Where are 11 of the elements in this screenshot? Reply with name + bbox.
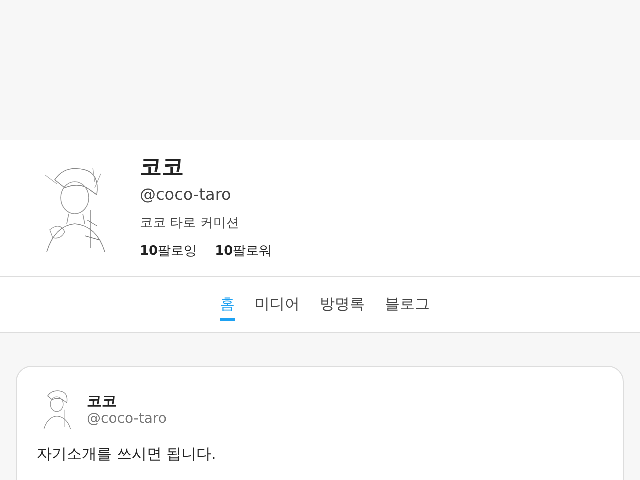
profile-handle: @coco-taro xyxy=(140,185,232,204)
post-text: 자기소개를 쓰시면 됩니다. xyxy=(37,444,218,465)
tab[interactable]: 미디어 xyxy=(255,277,300,321)
follow-count-link[interactable]: 10팔로워 xyxy=(215,242,272,260)
tab[interactable]: 블로그 xyxy=(385,277,430,321)
tab[interactable]: 방명록 xyxy=(320,277,365,321)
post-author: 코코 xyxy=(87,392,118,410)
post-handle: @coco-taro xyxy=(87,410,167,426)
profile-name: 코코 xyxy=(140,155,185,181)
follow-count-link[interactable]: 10팔로잉 xyxy=(140,242,198,260)
profile-bio: 코코 타로 커미션 xyxy=(140,215,240,232)
